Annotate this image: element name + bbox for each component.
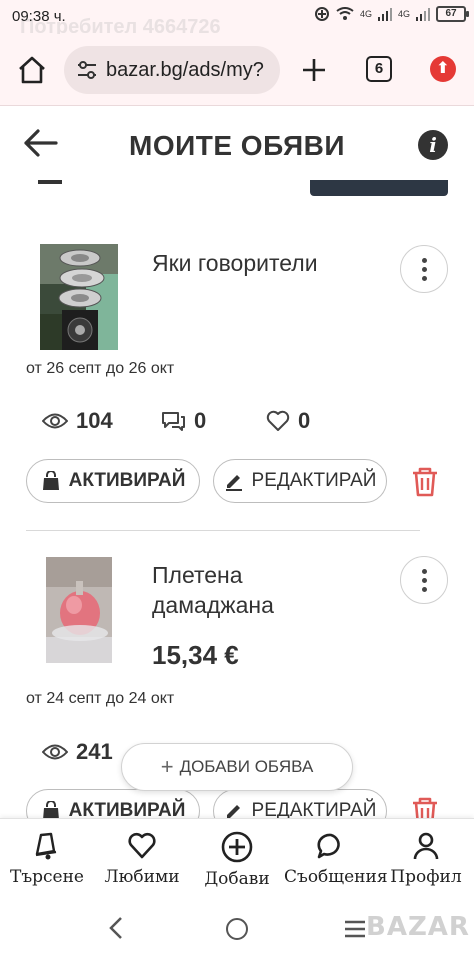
eye-icon <box>42 413 68 429</box>
listing-title[interactable]: Плетена дамаджана <box>152 560 274 620</box>
nav-item-profile[interactable]: Профил <box>379 831 473 887</box>
status-time: 09:38 ч. <box>12 8 66 25</box>
url-text[interactable]: bazar.bg/ads/my? <box>106 59 276 82</box>
pencil-icon <box>225 475 242 491</box>
activate-button[interactable]: АКТИВИРАЙ <box>26 459 200 503</box>
listing-thumbnail[interactable] <box>40 244 118 350</box>
site-settings-icon[interactable] <box>76 60 98 80</box>
system-back-icon[interactable] <box>108 916 124 940</box>
listing-title-line: Плетена <box>152 562 243 588</box>
wifi-icon <box>336 7 354 20</box>
network-label: 4G <box>359 9 372 19</box>
bottom-navigation: Търсене Любими Добави Съобщения Профил <box>0 818 474 898</box>
app-header: МОИТЕ ОБЯВИ i <box>0 106 474 180</box>
network-label-2: 4G <box>397 9 410 19</box>
dot <box>422 276 427 281</box>
profile-icon <box>413 832 439 860</box>
trash-icon[interactable] <box>408 465 442 499</box>
nav-label: Търсене <box>9 867 84 887</box>
nav-item-messages[interactable]: Съобщения <box>284 831 388 887</box>
battery-icon: 67 <box>436 6 469 22</box>
listing-title[interactable]: Яки говорители <box>152 248 318 278</box>
signal-icon-2 <box>416 8 430 21</box>
eye-icon <box>42 744 68 760</box>
more-options-button[interactable] <box>400 245 448 293</box>
listing-dates: от 26 септ до 26 окт <box>26 360 175 377</box>
nav-item-favorites[interactable]: Любими <box>95 831 189 887</box>
dot <box>422 569 427 574</box>
info-icon[interactable]: i <box>418 130 448 160</box>
nav-label: Добави <box>204 869 270 889</box>
listing-divider <box>26 530 420 531</box>
favorites-stat: 0 <box>266 408 310 434</box>
listing-dates: от 24 септ до 24 окт <box>26 690 175 707</box>
chat-icon <box>162 412 185 431</box>
views-count: 104 <box>76 408 113 433</box>
bazar-watermark: BAZAR <box>366 912 470 942</box>
favorites-count: 0 <box>298 408 311 433</box>
activate-label: АКТИВИРАЙ <box>68 470 186 491</box>
plus-icon: + <box>160 754 174 779</box>
heart-icon <box>128 832 156 859</box>
data-saver-icon <box>314 7 329 21</box>
edit-button[interactable]: РЕДАКТИРАЙ <box>213 459 387 503</box>
add-circle-icon <box>221 831 253 863</box>
system-home-icon[interactable] <box>226 918 248 940</box>
status-bar: Потребител 4664726 09:38 ч. 4G 4G 67 <box>0 0 474 38</box>
cut-off-dark-button[interactable] <box>310 180 448 196</box>
system-recents-icon[interactable] <box>344 920 366 938</box>
messages-count: 0 <box>194 408 207 433</box>
system-navigation: BAZAR <box>0 898 474 960</box>
nav-label: Съобщения <box>284 867 388 887</box>
listing-stats: 104 0 0 <box>42 408 310 434</box>
views-count: 241 <box>76 739 113 764</box>
bag-icon <box>42 471 59 490</box>
edit-label: РЕДАКТИРАЙ <box>251 470 377 491</box>
nav-item-add[interactable]: Добави <box>190 831 284 889</box>
tab-switcher-icon[interactable]: 6 <box>366 56 392 82</box>
nav-label: Профил <box>390 867 462 887</box>
signal-icon <box>377 8 392 21</box>
nav-item-search[interactable]: Търсене <box>0 831 94 887</box>
update-icon[interactable]: ⬆ <box>430 56 456 82</box>
views-stat: 104 <box>42 408 160 434</box>
bell-search-icon <box>35 832 57 860</box>
listing-price: 15,34 € <box>152 640 239 670</box>
dot <box>422 578 427 583</box>
speakers-image <box>40 244 118 350</box>
more-options-button[interactable] <box>400 556 448 604</box>
page-title: МОИТЕ ОБЯВИ <box>129 130 345 161</box>
nav-label: Любими <box>104 867 180 887</box>
listing-thumbnail[interactable] <box>46 557 112 663</box>
address-bar[interactable]: bazar.bg/ads/my? <box>64 46 280 94</box>
heart-icon <box>266 410 290 431</box>
dot <box>422 258 427 263</box>
new-tab-icon[interactable] <box>298 54 330 86</box>
dot <box>422 267 427 272</box>
listing-title-line: дамаджана <box>152 592 274 618</box>
add-listing-button[interactable]: + ДОБАВИ ОБЯВА <box>121 743 353 791</box>
chat-icon <box>317 833 340 859</box>
browser-toolbar: bazar.bg/ads/my? 6 ⬆ <box>0 34 474 106</box>
home-icon[interactable] <box>16 54 48 86</box>
messages-stat: 0 <box>160 408 266 434</box>
cut-off-element <box>38 180 62 184</box>
dot <box>422 587 427 592</box>
add-listing-label: ДОБАВИ ОБЯВА <box>179 757 314 776</box>
demijohn-image <box>46 557 112 663</box>
status-icons: 4G 4G 67 <box>314 6 469 22</box>
